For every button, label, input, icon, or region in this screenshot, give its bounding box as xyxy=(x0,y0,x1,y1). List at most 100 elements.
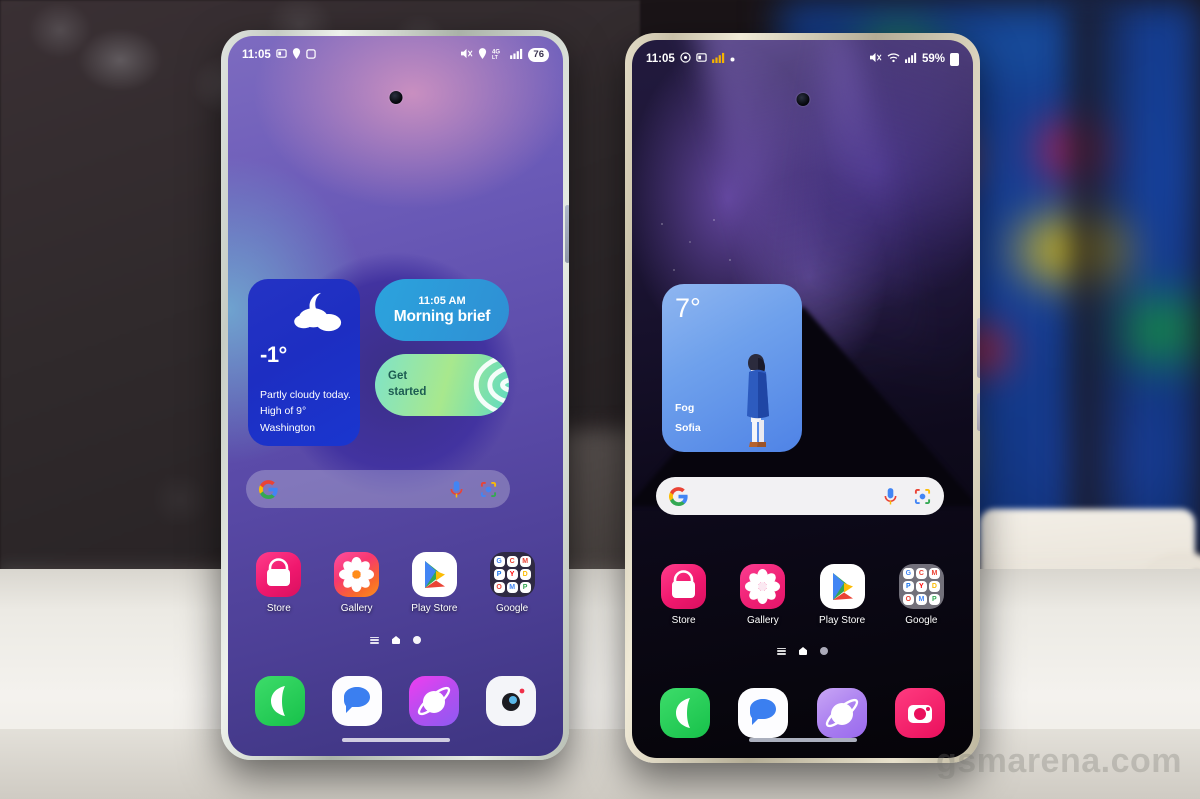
page-dot[interactable] xyxy=(820,647,828,655)
mini-app: M xyxy=(506,582,518,593)
app-gallery[interactable]: Gallery xyxy=(734,564,792,626)
location-pin-icon xyxy=(292,48,301,62)
mini-app: P xyxy=(928,594,940,605)
page-dot[interactable] xyxy=(413,636,421,644)
app-label: Google xyxy=(905,615,938,626)
right-phone-power-button[interactable] xyxy=(977,393,980,431)
right-phone-screen[interactable]: 11:05 59% 7° Fog Sofia Store Gallery Pla… xyxy=(632,40,973,758)
menu-icon[interactable] xyxy=(370,636,379,644)
mini-app: G xyxy=(902,568,914,579)
microphone-icon[interactable] xyxy=(883,487,898,506)
left-page-indicator[interactable] xyxy=(228,636,563,644)
left-google-search-bar[interactable] xyxy=(246,470,510,508)
app-store[interactable]: Store xyxy=(250,552,308,614)
menu-icon[interactable] xyxy=(777,647,786,655)
get-started-line2: started xyxy=(388,385,427,398)
left-phone-screen[interactable]: 11:05 4G LT 76 -1° Partly cloudy today. … xyxy=(228,36,563,756)
mini-app: Y xyxy=(506,569,518,580)
app-label: Store xyxy=(671,615,696,626)
right-weather-location: Sofia xyxy=(675,422,701,434)
right-google-search-bar[interactable] xyxy=(656,477,944,515)
4g-lte-icon: 4G LT xyxy=(492,48,505,63)
right-phone-volume-button[interactable] xyxy=(977,318,980,378)
right-battery-level: 59% xyxy=(921,53,945,65)
left-weather-high: High of 9° xyxy=(260,405,307,418)
screenshot-icon xyxy=(696,52,707,66)
gallery-flower-icon xyxy=(334,552,380,597)
right-weather-temperature: 7° xyxy=(675,293,701,323)
app-gallery[interactable]: Gallery xyxy=(328,552,386,614)
microphone-icon[interactable] xyxy=(449,480,464,499)
left-status-bar: 11:05 4G LT 76 xyxy=(228,36,563,74)
app-google-folder[interactable]: G C M P Y D O M P Google xyxy=(892,564,950,626)
mini-app: P xyxy=(519,582,531,593)
right-weather-widget[interactable]: 7° Fog Sofia xyxy=(662,284,802,452)
app-label: Gallery xyxy=(747,615,779,626)
mini-app: D xyxy=(928,581,940,592)
home-icon[interactable] xyxy=(392,636,400,644)
mini-app: M xyxy=(915,594,927,605)
left-get-started-widget[interactable]: Get started xyxy=(375,354,509,416)
app-store[interactable]: Store xyxy=(655,564,713,626)
gallery-flower-icon xyxy=(740,564,786,609)
internet-browser-icon[interactable] xyxy=(816,688,867,738)
alarm-icon xyxy=(680,52,691,66)
app-label: Play Store xyxy=(819,615,866,626)
google-folder-icon: G C M P Y D O M P xyxy=(489,552,535,597)
mini-app: M xyxy=(519,556,531,567)
google-g-icon xyxy=(259,479,278,499)
app-play-store[interactable]: Play Store xyxy=(813,564,871,626)
signal-bars-icon xyxy=(711,52,725,66)
wifi-icon xyxy=(887,52,900,66)
right-phone-device[interactable]: 11:05 59% 7° Fog Sofia Store Gallery Pla… xyxy=(625,33,980,763)
signal-bars-icon xyxy=(905,52,917,66)
left-morning-brief-widget[interactable]: 11:05 AM Morning brief xyxy=(375,279,509,341)
right-dock xyxy=(632,688,973,738)
play-store-icon xyxy=(819,564,865,609)
messages-icon[interactable] xyxy=(738,688,789,738)
right-page-indicator[interactable] xyxy=(632,647,973,655)
app-google-folder[interactable]: G C M P Y D O M P Google xyxy=(483,552,541,614)
left-phone-side-button[interactable] xyxy=(565,205,569,263)
google-lens-icon[interactable] xyxy=(480,481,497,498)
get-started-line1: Get xyxy=(388,370,408,382)
left-navigation-bar[interactable] xyxy=(341,738,450,742)
dot-icon xyxy=(730,53,735,65)
messages-icon[interactable] xyxy=(332,676,383,726)
mini-app: P xyxy=(493,569,505,580)
galaxy-store-icon xyxy=(661,564,707,609)
brief-title: Morning brief xyxy=(393,307,491,325)
app-play-store[interactable]: Play Store xyxy=(405,552,463,614)
mini-app: C xyxy=(506,556,518,567)
mini-app: C xyxy=(915,568,927,579)
location-icon xyxy=(478,48,487,62)
left-phone-device[interactable]: 11:05 4G LT 76 -1° Partly cloudy today. … xyxy=(221,30,569,760)
home-icon[interactable] xyxy=(799,647,807,655)
app-label: Play Store xyxy=(411,603,458,614)
brief-time: 11:05 AM xyxy=(418,294,466,307)
screenshot-icon xyxy=(276,48,287,62)
mini-app: M xyxy=(928,568,940,579)
phone-icon[interactable] xyxy=(660,688,711,738)
right-weather-condition: Fog xyxy=(675,402,695,414)
mini-app: Y xyxy=(915,581,927,592)
right-status-bar: 11:05 59% xyxy=(632,40,973,78)
left-weather-widget[interactable]: -1° Partly cloudy today. High of 9° Wash… xyxy=(248,279,360,446)
person-in-blue-coat-illustration xyxy=(747,354,769,447)
camera-icon[interactable] xyxy=(894,688,945,738)
mini-app: G xyxy=(493,556,505,567)
galaxy-store-icon xyxy=(256,552,302,597)
play-store-icon xyxy=(411,552,457,597)
internet-browser-icon[interactable] xyxy=(408,676,459,726)
mini-app: O xyxy=(493,582,505,593)
mini-app: O xyxy=(902,594,914,605)
phone-icon[interactable] xyxy=(255,676,306,726)
google-lens-icon[interactable] xyxy=(914,488,931,505)
left-weather-location: Washington xyxy=(260,421,316,434)
google-folder-icon: G C M P Y D O M P xyxy=(898,564,944,609)
left-weather-temperature: -1° xyxy=(260,342,287,367)
photo-scene: 11:05 4G LT 76 -1° Partly cloudy today. … xyxy=(0,0,1200,799)
camera-icon[interactable] xyxy=(485,676,536,726)
google-g-icon xyxy=(669,486,688,506)
right-navigation-bar[interactable] xyxy=(748,738,857,742)
